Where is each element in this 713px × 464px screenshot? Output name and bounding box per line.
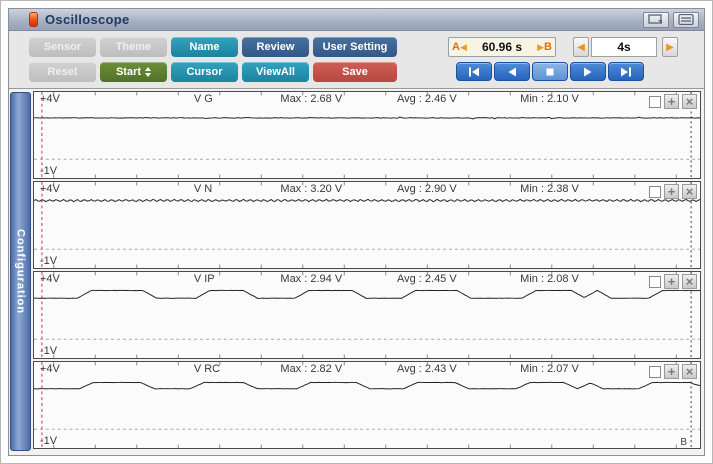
channel-panel: +4V V G Max : 2.68 V Avg : 2.46 V Min : … — [33, 91, 701, 179]
channel-max-value: Max : 2.68 V — [280, 93, 342, 105]
oscilloscope-window: Oscilloscope Sensor Theme Name Review Us… — [8, 8, 705, 456]
transport-controls — [456, 62, 682, 81]
channel-avg-value: Avg : 2.46 V — [397, 93, 457, 105]
waveform-plot[interactable] — [34, 272, 700, 358]
time-row: A ◀ 60.96 s ▶ B ◀ 4s ▶ — [448, 36, 682, 58]
channel-select-checkbox[interactable] — [649, 96, 661, 108]
channel-avg-value: Avg : 2.45 V — [397, 273, 457, 285]
interval-decrease-button[interactable]: ◀ — [573, 37, 589, 57]
cursor-b-triangle-icon: ▶ — [537, 43, 544, 52]
interval-value-box[interactable]: 4s — [591, 37, 657, 57]
time-controls: A ◀ 60.96 s ▶ B ◀ 4s ▶ — [448, 36, 682, 81]
channel-avg-value: Avg : 2.43 V — [397, 363, 457, 375]
viewall-button[interactable]: ViewAll — [242, 62, 309, 82]
cursor-b-label: B — [544, 41, 552, 53]
configuration-tab[interactable]: Configuration — [10, 92, 31, 451]
channel-panel: +4V V RC Max : 2.82 V Avg : 2.43 V Min :… — [33, 361, 701, 449]
app-icon — [29, 12, 38, 27]
review-button[interactable]: Review — [242, 37, 309, 57]
channel-max-value: Max : 3.20 V — [280, 183, 342, 195]
bottom-voltage-label: -1V — [40, 435, 57, 447]
channel-close-icon[interactable]: × — [682, 364, 697, 379]
channel-controls: + × — [649, 364, 697, 379]
channel-expand-icon[interactable]: + — [664, 94, 679, 109]
user-setting-button[interactable]: User Setting — [313, 37, 397, 57]
sensor-button[interactable]: Sensor — [29, 37, 96, 57]
channel-expand-icon[interactable]: + — [664, 364, 679, 379]
bottom-voltage-label: -1V — [40, 255, 57, 267]
reset-button[interactable]: Reset — [29, 62, 96, 82]
channel-select-checkbox[interactable] — [649, 366, 661, 378]
ab-time-value: 60.96 s — [467, 40, 537, 54]
layout-icon[interactable] — [673, 12, 699, 28]
spinner-icon — [145, 67, 151, 77]
app-title: Oscilloscope — [45, 12, 130, 27]
channel-panel: +4V V IP Max : 2.94 V Avg : 2.45 V Min :… — [33, 271, 701, 359]
channel-max-value: Max : 2.82 V — [280, 363, 342, 375]
waveform-plot[interactable] — [34, 362, 700, 448]
name-button[interactable]: Name — [171, 37, 238, 57]
cursor-button[interactable]: Cursor — [171, 62, 238, 82]
channel-avg-value: Avg : 2.90 V — [397, 183, 457, 195]
top-voltage-label: +4V — [40, 273, 60, 285]
toolbar-button-grid: Sensor Theme Name Review User Setting Re… — [29, 37, 397, 82]
scope-area: Configuration +4V V G Max : 2.68 V Avg :… — [9, 89, 704, 455]
channel-expand-icon[interactable]: + — [664, 274, 679, 289]
configuration-tab-label: Configuration — [15, 229, 27, 314]
channel-controls: + × — [649, 274, 697, 289]
bottom-voltage-label: -1V — [40, 165, 57, 177]
screenshot-frame: Oscilloscope Sensor Theme Name Review Us… — [0, 0, 713, 464]
start-button[interactable]: Start — [100, 62, 167, 82]
bottom-voltage-label: -1V — [40, 345, 57, 357]
channel-name: V RC — [194, 363, 220, 375]
top-voltage-label: +4V — [40, 93, 60, 105]
channel-close-icon[interactable]: × — [682, 94, 697, 109]
skip-to-end-button[interactable] — [608, 62, 644, 81]
channel-panels: +4V V G Max : 2.68 V Avg : 2.46 V Min : … — [33, 91, 701, 455]
channel-controls: + × — [649, 184, 697, 199]
play-button[interactable] — [570, 62, 606, 81]
channel-select-checkbox[interactable] — [649, 186, 661, 198]
start-button-label: Start — [116, 66, 141, 78]
cursor-a-triangle-icon: ◀ — [460, 43, 467, 52]
waveform-plot[interactable] — [34, 92, 700, 178]
channel-close-icon[interactable]: × — [682, 274, 697, 289]
save-button[interactable]: Save — [313, 62, 397, 82]
titlebar: Oscilloscope — [9, 9, 704, 31]
cursor-a-label: A — [452, 41, 460, 53]
channel-name: V G — [194, 93, 213, 105]
channel-min-value: Min : 2.08 V — [520, 273, 579, 285]
channel-max-value: Max : 2.94 V — [280, 273, 342, 285]
channel-panel: +4V V N Max : 3.20 V Avg : 2.90 V Min : … — [33, 181, 701, 269]
skip-to-start-button[interactable] — [456, 62, 492, 81]
toolbar: Sensor Theme Name Review User Setting Re… — [9, 31, 704, 89]
channel-controls: + × — [649, 94, 697, 109]
channel-name: V N — [194, 183, 212, 195]
interval-increase-button[interactable]: ▶ — [662, 37, 678, 57]
channel-select-checkbox[interactable] — [649, 276, 661, 288]
step-back-button[interactable] — [494, 62, 530, 81]
channel-name: V IP — [194, 273, 215, 285]
ab-range-box[interactable]: A ◀ 60.96 s ▶ B — [448, 37, 556, 57]
channel-close-icon[interactable]: × — [682, 184, 697, 199]
stop-button[interactable] — [532, 62, 568, 81]
theme-button[interactable]: Theme — [100, 37, 167, 57]
channel-min-value: Min : 2.07 V — [520, 363, 579, 375]
waveform-plot[interactable] — [34, 182, 700, 268]
cursor-b-marker-label: B — [680, 437, 687, 448]
screenshot-icon[interactable] — [643, 12, 669, 28]
channel-expand-icon[interactable]: + — [664, 184, 679, 199]
top-voltage-label: +4V — [40, 183, 60, 195]
channel-min-value: Min : 2.38 V — [520, 183, 579, 195]
channel-min-value: Min : 2.10 V — [520, 93, 579, 105]
top-voltage-label: +4V — [40, 363, 60, 375]
